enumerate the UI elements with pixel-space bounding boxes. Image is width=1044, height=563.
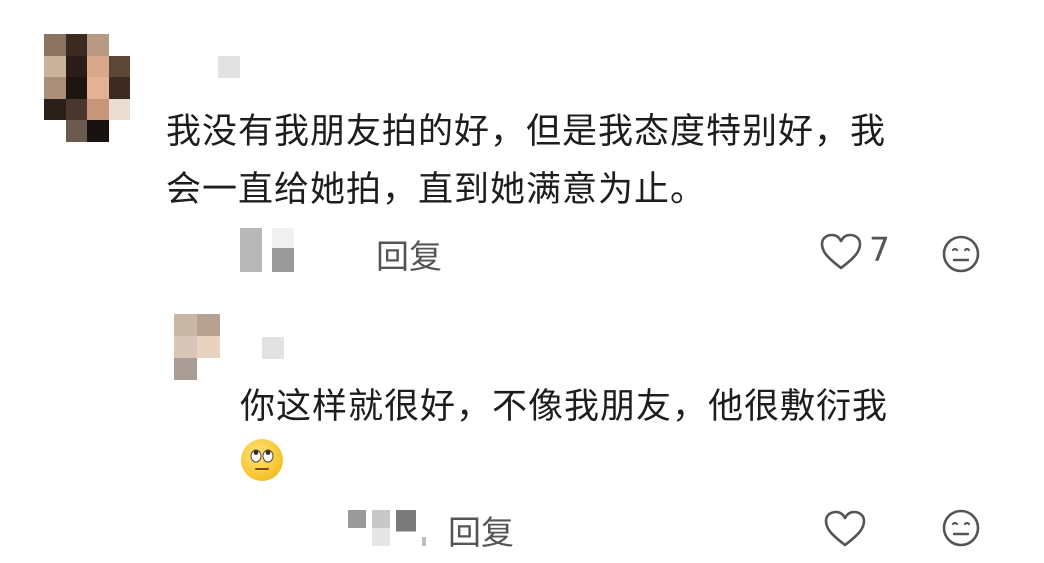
- comment-body: 我没有我朋友拍的好，但是我态度特别好，我 会一直给她拍，直到她满意为止。: [166, 103, 886, 219]
- heart-outline-icon[interactable]: [820, 233, 862, 271]
- reply-text-line: 你这样就很好，不像我朋友，他很敷衍我: [240, 387, 889, 427]
- comment-text-line: 会一直给她拍，直到她满意为止。: [166, 170, 707, 210]
- heart-outline-icon[interactable]: [824, 510, 866, 548]
- reply-avatar[interactable]: [174, 314, 220, 380]
- face-with-rolling-eyes-emoji: [241, 439, 283, 481]
- neutral-face-icon[interactable]: [941, 234, 981, 274]
- reply-username-placeholder[interactable]: [262, 337, 284, 359]
- reply-button[interactable]: 回复: [376, 230, 442, 278]
- timestamp-placeholder: [240, 228, 294, 272]
- neutral-face-icon[interactable]: [941, 508, 981, 548]
- reply-body: 你这样就很好，不像我朋友，他很敷衍我: [240, 378, 888, 436]
- avatar[interactable]: [44, 34, 130, 142]
- comment-text-line: 我没有我朋友拍的好，但是我态度特别好，我: [166, 112, 887, 152]
- like-count: 7: [869, 230, 890, 269]
- username-placeholder[interactable]: [218, 56, 240, 78]
- reply-timestamp-placeholder: [348, 510, 426, 546]
- reply-reply-button[interactable]: 回复: [448, 506, 514, 554]
